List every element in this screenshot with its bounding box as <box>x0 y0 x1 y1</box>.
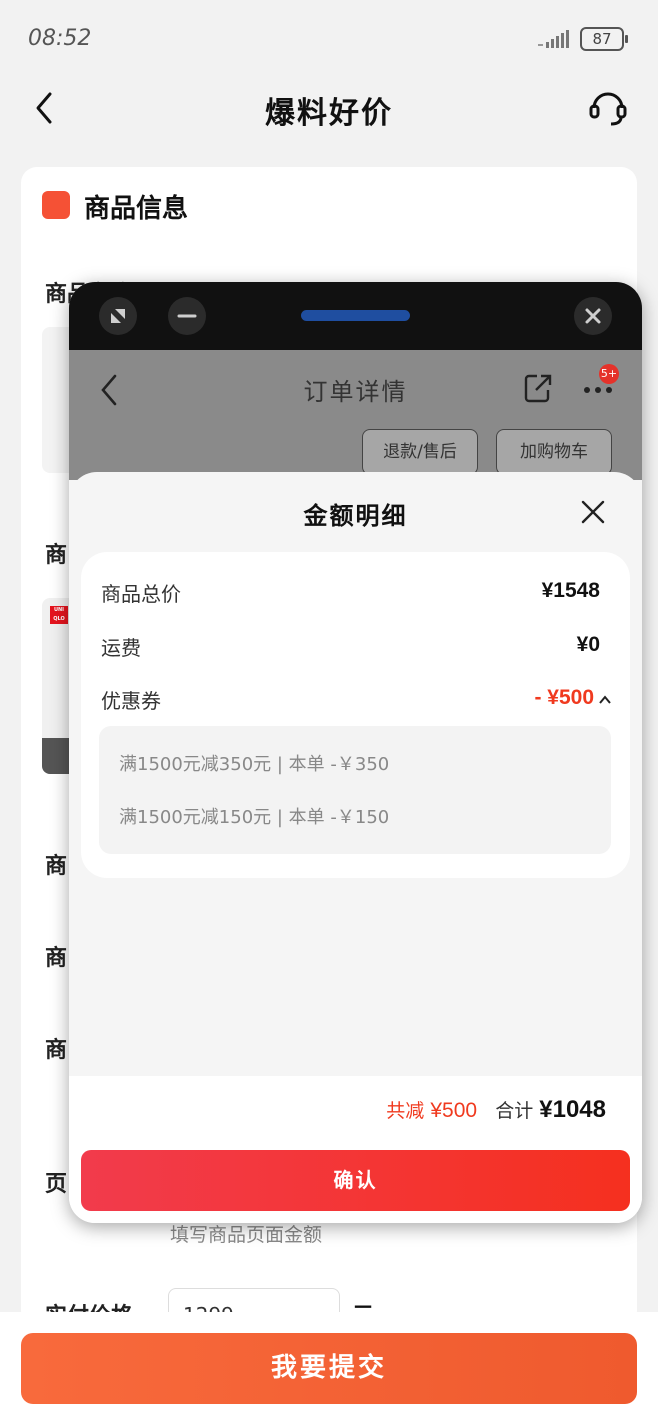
row-label-shipping: 运费 <box>101 636 141 660</box>
form-label: 商 <box>45 854 68 879</box>
total-label: 合计 <box>495 1100 534 1122</box>
form-label: 商 <box>45 1038 68 1063</box>
amount-detail-card: 商品总价 ¥1548 运费 ¥0 优惠券 - ¥500 满1500元减350元 … <box>81 552 630 878</box>
page-price-label: 页 <box>45 1172 68 1197</box>
total-value: ¥1048 <box>539 1096 606 1123</box>
battery-icon: 87 <box>580 27 628 51</box>
order-detail-page: 订单详情 5+ 退款/售后 加购物车 <box>69 350 642 480</box>
row-value-total: ¥1548 <box>541 579 600 602</box>
watermark: 慢星人63879694M <box>189 667 388 694</box>
minimize-button[interactable] <box>168 297 206 335</box>
window-close-button[interactable] <box>574 297 612 335</box>
chevron-up-icon[interactable] <box>598 693 612 707</box>
row-label-total: 商品总价 <box>101 582 181 606</box>
confirm-button[interactable]: 确认 <box>81 1150 630 1211</box>
share-icon[interactable] <box>523 372 553 404</box>
uniqlo-logo-icon: UNI QLO <box>50 606 68 624</box>
page-price-hint: 填写商品页面金额 <box>170 1224 323 1246</box>
order-title: 订单详情 <box>303 378 408 406</box>
signal-icon <box>538 30 569 48</box>
total-summary: 共减 ¥500 合计 ¥1048 <box>386 1096 606 1124</box>
shopping-bag-icon <box>42 191 70 219</box>
total-reduce-value: ¥500 <box>430 1099 478 1122</box>
coupon-item: 满1500元减350元 | 本单 -￥350 <box>119 754 390 775</box>
card-title: 商品信息 <box>84 194 189 224</box>
refund-button[interactable]: 退款/售后 <box>362 429 478 475</box>
amount-detail-sheet: 金额明细 商品总价 ¥1548 运费 ¥0 优惠券 - ¥500 满1500元减… <box>69 472 642 1223</box>
window-topbar <box>69 282 642 350</box>
floating-window: 订单详情 5+ 退款/售后 加购物车 金额明细 商品总价 ¥1548 运费 ¥0… <box>69 282 642 1223</box>
coupon-list: 满1500元减350元 | 本单 -￥350 满1500元减150元 | 本单 … <box>99 726 611 854</box>
row-label-coupon[interactable]: 优惠券 <box>101 685 161 714</box>
submit-button[interactable]: 我要提交 <box>21 1333 637 1404</box>
coupon-item: 满1500元减150元 | 本单 -￥150 <box>119 807 390 828</box>
minus-icon <box>177 314 197 318</box>
close-icon <box>585 308 601 324</box>
form-label: 商 <box>45 946 68 971</box>
page-title: 爆料好价 <box>265 96 393 131</box>
sheet-footer: 共减 ¥500 合计 ¥1048 确认 <box>69 1076 642 1223</box>
customer-service-icon[interactable] <box>586 86 630 130</box>
add-to-cart-button[interactable]: 加购物车 <box>496 429 612 475</box>
form-label: 商 <box>45 543 68 568</box>
status-time: 08:52 <box>28 26 92 51</box>
total-reduce-label: 共减 <box>386 1100 425 1122</box>
sheet-title: 金额明细 <box>303 502 408 530</box>
sheet-close-button[interactable] <box>579 498 607 526</box>
notification-badge: 5+ <box>599 364 619 384</box>
row-value-shipping: ¥0 <box>576 633 600 656</box>
expand-icon <box>111 309 125 323</box>
drag-handle[interactable] <box>301 310 410 321</box>
fullscreen-button[interactable] <box>99 297 137 335</box>
row-value-coupon[interactable]: - ¥500 <box>534 686 594 710</box>
